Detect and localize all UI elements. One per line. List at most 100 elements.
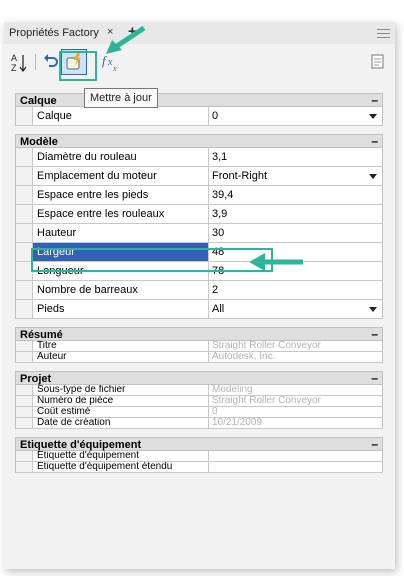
property-row[interactable]: Espace entre les pieds 39,4 bbox=[15, 186, 383, 205]
property-row[interactable]: Numéro de pièce Straight Roller Conveyor bbox=[15, 396, 383, 407]
property-row[interactable]: Sous-type de fichier Modeling bbox=[15, 385, 383, 396]
svg-text:Z: Z bbox=[11, 63, 17, 73]
chevron-down-icon[interactable] bbox=[369, 114, 377, 119]
section-projet: Projet – Sous-type de fichier Modeling Numér… bbox=[15, 371, 383, 429]
collapse-icon[interactable]: – bbox=[371, 327, 378, 341]
property-value-text: Front-Right bbox=[212, 170, 268, 182]
property-row[interactable]: Date de création 10/21/2009 bbox=[15, 418, 383, 429]
row-gutter bbox=[16, 167, 33, 185]
property-value-text: Straight Roller Conveyor bbox=[212, 396, 321, 406]
section-header-modele[interactable]: Modèle – bbox=[15, 134, 383, 148]
row-gutter bbox=[16, 224, 33, 242]
row-gutter bbox=[16, 418, 33, 428]
callout-arrow-toolbar bbox=[106, 25, 146, 54]
section-title: Projet bbox=[20, 373, 52, 385]
property-name: Numéro de pièce bbox=[33, 396, 209, 406]
property-row[interactable]: Emplacement du moteur Front-Right bbox=[15, 167, 383, 186]
property-name: Hauteur bbox=[33, 224, 209, 242]
property-value-text: 30 bbox=[212, 227, 225, 239]
collapse-icon[interactable]: – bbox=[371, 134, 378, 148]
row-gutter bbox=[16, 243, 33, 261]
property-row[interactable]: Pieds All bbox=[15, 300, 383, 319]
property-value-text: 0 bbox=[212, 110, 219, 122]
menu-icon[interactable] bbox=[377, 29, 390, 41]
property-row[interactable]: Calque 0 bbox=[15, 107, 383, 126]
row-gutter bbox=[16, 186, 33, 204]
row-gutter bbox=[16, 396, 33, 406]
property-row[interactable]: Nombre de barreaux 2 bbox=[15, 281, 383, 300]
chevron-down-icon[interactable] bbox=[369, 307, 377, 312]
callout-arrow-largeur bbox=[249, 253, 303, 271]
section-title: Modèle bbox=[20, 136, 58, 148]
property-value: Straight Roller Conveyor bbox=[209, 396, 382, 406]
property-value[interactable]: 39,4 bbox=[209, 186, 382, 204]
property-dropdown[interactable]: Front-Right bbox=[209, 167, 382, 185]
property-name: Titre bbox=[33, 341, 209, 351]
section-header-etiquette[interactable]: Etiquette d'équipement – bbox=[15, 437, 383, 451]
property-row[interactable]: Titre Straight Roller Conveyor bbox=[15, 341, 383, 352]
property-value-text: All bbox=[212, 303, 225, 315]
section-title: Résumé bbox=[20, 329, 63, 341]
property-value-text: 3,9 bbox=[212, 208, 228, 220]
property-dropdown[interactable]: 0 bbox=[209, 107, 382, 125]
property-row[interactable]: Largeur 48 bbox=[15, 243, 383, 262]
row-gutter bbox=[16, 281, 33, 299]
collapse-icon[interactable]: – bbox=[371, 437, 378, 451]
sort-az-button[interactable]: A Z bbox=[10, 52, 28, 74]
property-value[interactable]: 30 bbox=[209, 224, 382, 242]
undo-button[interactable] bbox=[42, 52, 60, 70]
toolbar-separator bbox=[35, 54, 36, 70]
quick-select-icon[interactable] bbox=[371, 54, 385, 70]
panel-titlebar: Propriétés Factory × + bbox=[4, 22, 395, 44]
property-row[interactable]: Etiquette d'équipement étendu bbox=[15, 462, 383, 473]
property-value: 0 bbox=[209, 407, 382, 417]
svg-text:A: A bbox=[11, 53, 17, 63]
property-value[interactable]: 3,9 bbox=[209, 205, 382, 223]
property-name: Diamètre du rouleau bbox=[33, 148, 209, 166]
property-value[interactable] bbox=[209, 462, 382, 472]
property-row[interactable]: Longueur 78 bbox=[15, 262, 383, 281]
property-dropdown[interactable]: All bbox=[209, 300, 382, 318]
row-gutter bbox=[16, 451, 33, 461]
property-row[interactable]: Hauteur 30 bbox=[15, 224, 383, 243]
property-value-text: 0 bbox=[212, 407, 218, 417]
property-name: Espace entre les pieds bbox=[33, 186, 209, 204]
update-button[interactable] bbox=[61, 49, 87, 75]
row-gutter bbox=[16, 262, 33, 280]
property-value-text: 3,1 bbox=[212, 151, 228, 163]
section-etiquette: Etiquette d'équipement – Etiquette d'équip… bbox=[15, 437, 383, 473]
property-row[interactable]: Etiquette d'équipement bbox=[15, 451, 383, 462]
property-value-text: 48 bbox=[212, 246, 225, 258]
property-value-text: 39,4 bbox=[212, 189, 234, 201]
property-name: Date de création bbox=[33, 418, 209, 428]
property-row[interactable]: Diamètre du rouleau 3,1 bbox=[15, 148, 383, 167]
section-header-calque[interactable]: Calque – bbox=[15, 93, 383, 107]
property-value[interactable] bbox=[209, 451, 382, 461]
collapse-icon[interactable]: – bbox=[371, 371, 378, 385]
section-modele: Modèle – Diamètre du rouleau 3,1 Emplacement… bbox=[15, 134, 383, 319]
property-value: Modeling bbox=[209, 385, 382, 395]
property-value: 10/21/2009 bbox=[209, 418, 382, 428]
section-header-resume[interactable]: Résumé – bbox=[15, 327, 383, 341]
property-name: Pieds bbox=[33, 300, 209, 318]
property-row[interactable]: Coût estimé 0 bbox=[15, 407, 383, 418]
property-value-text: Autodesk, Inc. bbox=[212, 352, 276, 362]
sort-az-icon: A Z bbox=[11, 53, 27, 73]
property-value: Autodesk, Inc. bbox=[209, 352, 382, 362]
property-name: Longueur bbox=[33, 262, 209, 280]
chevron-down-icon[interactable] bbox=[369, 174, 377, 179]
section-title: Calque bbox=[20, 95, 57, 107]
property-row[interactable]: Espace entre les rouleaux 3,9 bbox=[15, 205, 383, 224]
section-header-projet[interactable]: Projet – bbox=[15, 371, 383, 385]
row-gutter bbox=[16, 407, 33, 417]
property-value[interactable]: 2 bbox=[209, 281, 382, 299]
property-row[interactable]: Auteur Autodesk, Inc. bbox=[15, 352, 383, 363]
collapse-icon[interactable]: – bbox=[371, 93, 378, 107]
section-title: Etiquette d'équipement bbox=[20, 439, 142, 451]
row-gutter bbox=[16, 205, 33, 223]
row-gutter bbox=[16, 352, 33, 362]
section-calque: Calque – Calque 0 bbox=[15, 93, 383, 126]
property-value[interactable]: 3,1 bbox=[209, 148, 382, 166]
property-name: Sous-type de fichier bbox=[33, 385, 209, 395]
property-name: Largeur bbox=[33, 243, 209, 261]
